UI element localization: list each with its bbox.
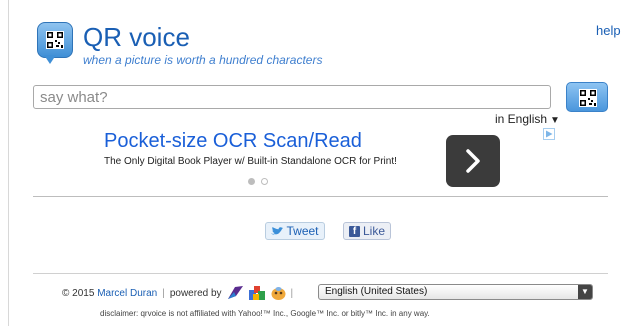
- carousel-dot[interactable]: [261, 178, 268, 185]
- chevron-right-icon: [466, 149, 480, 173]
- powered-by-text: powered by: [169, 287, 222, 299]
- language-selector[interactable]: in English ▼: [495, 112, 560, 126]
- qr-code-icon: [46, 31, 64, 49]
- bitly-icon[interactable]: [271, 286, 286, 300]
- carousel-dot-active[interactable]: [248, 178, 255, 185]
- footer-credits: © 2015 Marcel Duran | powered by |: [62, 286, 298, 300]
- ad-choices-icon[interactable]: [543, 128, 555, 142]
- tweet-label: Tweet: [286, 224, 319, 238]
- yahoo-icon[interactable]: [227, 286, 243, 300]
- generate-qr-button[interactable]: [566, 82, 608, 112]
- left-border: [8, 0, 9, 326]
- google-icon[interactable]: [248, 286, 265, 300]
- facebook-like-button[interactable]: f Like: [343, 222, 391, 240]
- like-label: Like: [362, 224, 385, 238]
- ad-carousel-dots: [248, 172, 274, 190]
- copyright-text: © 2015: [62, 287, 95, 299]
- qr-code-icon: [579, 89, 597, 107]
- twitter-bird-icon: [271, 226, 284, 235]
- caret-down-icon: ▼: [550, 115, 560, 126]
- tweet-button[interactable]: Tweet: [265, 222, 325, 240]
- footer-divider: [33, 273, 608, 274]
- caret-down-icon: ▼: [578, 285, 592, 299]
- ad-next-button[interactable]: [446, 135, 500, 187]
- section-divider: [33, 196, 608, 197]
- page-title[interactable]: QR voice: [83, 22, 190, 52]
- separator: |: [290, 287, 294, 299]
- logo-speech-tail: [44, 55, 56, 64]
- disclaimer-text: disclaimer: qrvoice is not affiliated wi…: [100, 309, 430, 318]
- tagline: when a picture is worth a hundred charac…: [83, 53, 323, 67]
- qr-voice-logo[interactable]: [37, 22, 73, 58]
- separator: |: [162, 287, 165, 299]
- ad-description: The Only Digital Book Player w/ Built-in…: [104, 156, 397, 167]
- ad-title-link[interactable]: Pocket-size OCR Scan/Read: [104, 130, 362, 153]
- message-input[interactable]: [33, 85, 551, 109]
- locale-select[interactable]: English (United States) ▼: [318, 284, 593, 300]
- facebook-icon: f: [348, 225, 360, 237]
- locale-value: English (United States): [325, 286, 428, 297]
- author-link[interactable]: Marcel Duran: [97, 288, 157, 299]
- help-link[interactable]: help: [596, 23, 621, 38]
- language-label: in English: [495, 112, 548, 126]
